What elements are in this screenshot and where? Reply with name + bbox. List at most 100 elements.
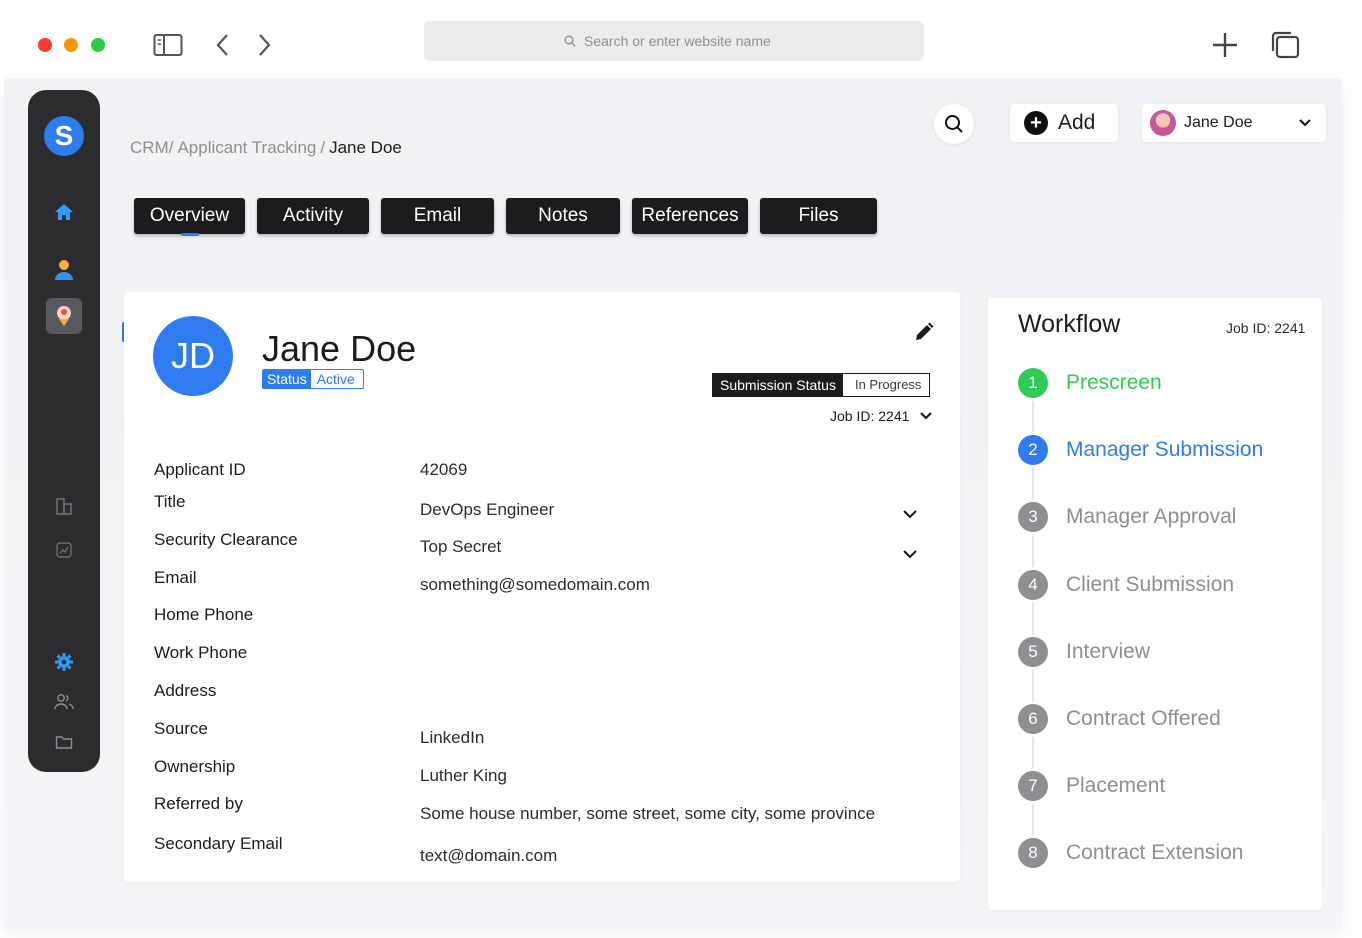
breadcrumb-current: Jane Doe [329,138,402,157]
field-label-work-phone: Work Phone [154,643,248,662]
field-value-email[interactable]: something@somedomain.com [420,575,650,595]
field-label-security-clearance: Security Clearance [154,530,298,549]
step-label: Interview [1066,640,1151,663]
submission-status-badge: Submission Status In Progress [712,373,931,397]
search-icon [564,35,576,47]
field-label-home-phone: Home Phone [154,605,254,624]
step-label: Manager Approval [1066,505,1237,528]
field-value-source: LinkedIn [420,728,485,747]
back-arrow-icon[interactable] [206,28,240,62]
workflow-step-interview[interactable]: 5 Interview [1018,637,1150,667]
step-label: Contract Offered [1066,707,1221,730]
minimize-window-button[interactable] [64,38,78,52]
app-window: S + Add Jane Doe CRM/ Applicant Tracking… [4,78,1342,930]
field-label-title: Title [154,492,186,511]
workflow-step-manager-submission[interactable]: 2 Manager Submission [1018,435,1263,465]
avatar [1150,110,1176,136]
url-input[interactable] [584,33,784,49]
submission-status-key: Submission Status [713,374,843,396]
field-value-secondary-email[interactable]: text@domain.com [420,846,557,866]
forward-arrow-icon[interactable] [247,28,281,62]
chevron-down-icon [920,412,933,420]
edit-pencil-icon[interactable] [912,320,936,344]
field-label-referred-by: Referred by [154,794,243,813]
workflow-title: Workflow [1018,310,1121,338]
user-menu-dropdown[interactable]: Jane Doe [1142,104,1326,142]
workflow-step-client-submission[interactable]: 4 Client Submission [1018,570,1234,600]
breadcrumb-applicant-tracking[interactable]: Applicant Tracking [177,138,316,158]
field-value-ownership: Luther King [420,766,507,785]
sidebar-toggle-icon[interactable] [151,28,185,62]
field-label-applicant-id: Applicant ID [154,460,246,479]
step-number: 6 [1018,704,1048,734]
step-number: 5 [1018,637,1048,667]
step-number: 3 [1018,502,1048,532]
step-label: Placement [1066,774,1166,797]
folder-icon[interactable] [46,724,82,760]
field-value-address: Some house number, some street, some cit… [420,804,876,823]
workflow-step-prescreen[interactable]: 1 Prescreen [1018,368,1162,398]
workflow-step-manager-approval[interactable]: 3 Manager Approval [1018,502,1236,532]
field-label-address: Address [154,681,217,700]
workflow-step-contract-offered[interactable]: 6 Contract Offered [1018,704,1221,734]
settings-gear-icon[interactable] [46,644,82,680]
field-value-security-clearance[interactable]: Top Secret [420,537,501,557]
workflow-step-placement[interactable]: 7 Placement [1018,771,1165,801]
applicant-badge-icon[interactable] [46,298,82,334]
job-id-dropdown[interactable]: Job ID: 2241 [830,408,933,424]
buildings-icon[interactable] [46,488,82,524]
breadcrumb-separator: / [320,138,326,157]
applicant-overview-card: JD Jane Doe Status Active Submission Sta… [124,292,960,882]
step-label: Client Submission [1066,573,1235,596]
tab-references[interactable]: References [632,198,748,234]
submission-status-value: In Progress [854,377,922,392]
breadcrumb-crm[interactable]: CRM/ [130,138,173,158]
step-label: Contract Extension [1066,841,1244,864]
tab-notes[interactable]: Notes [506,198,620,234]
step-number: 4 [1018,570,1048,600]
plus-circle-icon: + [1024,111,1048,135]
browser-chrome [0,0,1362,80]
step-label: Manager Submission [1066,438,1264,461]
step-label: Prescreen [1066,371,1162,394]
status-badge-value: Active [316,371,355,387]
chevron-down-icon[interactable] [900,504,920,524]
field-label-email: Email [154,568,197,587]
status-badge: Status Active [262,369,364,389]
new-tab-plus-icon[interactable] [1208,28,1242,62]
tab-email[interactable]: Email [381,198,494,234]
address-bar[interactable] [424,21,924,61]
app-logo-icon[interactable]: S [44,116,84,156]
workflow-step-contract-extension[interactable]: 8 Contract Extension [1018,838,1243,868]
step-number: 8 [1018,838,1048,868]
tab-files[interactable]: Files [760,198,877,234]
applicant-name: Jane Doe [262,328,417,369]
breadcrumb: CRM/ Applicant Tracking / Jane Doe [130,138,402,158]
close-window-button[interactable] [38,38,52,52]
team-users-icon[interactable] [46,684,82,720]
chevron-down-icon[interactable] [900,544,920,564]
add-button[interactable]: + Add [1010,104,1118,142]
field-value-applicant-id: 42069 [420,460,468,479]
field-label-source: Source [154,719,208,738]
home-icon[interactable] [46,194,82,230]
field-value-title[interactable]: DevOps Engineer [420,500,554,520]
field-label-secondary-email: Secondary Email [154,834,283,853]
workflow-job-id: Job ID: 2241 [1226,320,1306,336]
search-icon [945,115,963,133]
step-number: 7 [1018,771,1048,801]
workflow-panel: Workflow Job ID: 2241 1 Prescreen 2 Mana… [988,298,1322,910]
job-id-label: Job ID: 2241 [830,408,910,424]
user-profile-icon[interactable] [46,252,82,288]
analytics-icon[interactable] [46,532,82,568]
tab-activity[interactable]: Activity [257,198,369,234]
tab-bar: Overview Activity Email Notes References… [134,198,877,234]
tab-overview[interactable]: Overview [134,198,245,234]
maximize-window-button[interactable] [91,38,105,52]
sidebar: S [28,90,100,772]
step-number: 1 [1018,368,1048,398]
step-number: 2 [1018,435,1048,465]
search-button[interactable] [934,104,974,144]
tab-overview-icon[interactable] [1268,28,1302,62]
add-button-label: Add [1058,111,1096,134]
